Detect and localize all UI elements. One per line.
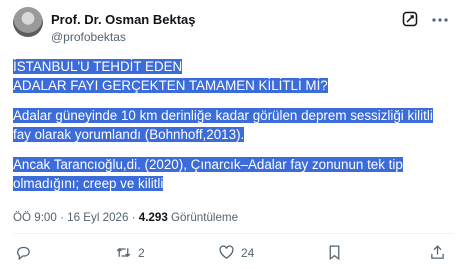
tweet-title-line: ADALAR FAYI GERÇEKTEN TAMAMEN KİLİTLİ Mİ… <box>13 78 328 93</box>
more-icon[interactable] <box>430 12 450 28</box>
bookmark-button[interactable] <box>326 244 343 261</box>
meta-separator: · <box>60 211 64 224</box>
like-button[interactable]: 24 <box>218 244 254 261</box>
divider <box>13 233 454 234</box>
author-handle[interactable]: @profobektas <box>51 30 126 44</box>
author-name[interactable]: Prof. Dr. Osman Bektaş <box>51 12 196 27</box>
tweet-meta: ÖÖ 9:00 · 16 Eyl 2026 · 4.293 Görüntülem… <box>13 211 238 224</box>
tweet-text: İSTANBUL'U TEHDİT EDEN ADALAR FAYI GERÇE… <box>13 57 453 193</box>
tweet-paragraph-line: fay olarak yorumlandı (Bohnhoff,2013). <box>13 127 245 142</box>
tweet-date[interactable]: 16 Eyl 2026 <box>67 211 128 224</box>
repost-icon <box>116 248 131 257</box>
bookmark-icon <box>329 245 340 261</box>
tweet-paragraph-line: Adalar güneyinde 10 km derinliğe kadar g… <box>13 108 433 123</box>
action-bar: 2 24 <box>13 244 454 264</box>
tweet-title-line: İSTANBUL'U TEHDİT EDEN <box>13 59 183 74</box>
share-icon <box>431 245 444 259</box>
share-button[interactable] <box>429 244 446 261</box>
tweet-time[interactable]: ÖÖ 9:00 <box>13 211 57 224</box>
views-label: Görüntüleme <box>171 211 239 224</box>
tweet-paragraph-line: Ancak Tarancıoğlu,di. (2020), Çınarcık–A… <box>13 157 403 172</box>
views-count: 4.293 <box>138 211 168 224</box>
like-count: 24 <box>241 245 255 260</box>
avatar[interactable] <box>13 7 43 37</box>
repost-count: 2 <box>138 245 145 260</box>
meta-separator: · <box>131 211 136 224</box>
repost-button[interactable]: 2 <box>115 244 145 261</box>
like-icon <box>219 245 234 259</box>
reply-icon <box>17 246 30 261</box>
grok-icon[interactable] <box>402 11 418 27</box>
tweet-paragraph-line: olmadığını; creep ve kilitli <box>13 176 164 191</box>
reply-button[interactable] <box>15 244 32 261</box>
